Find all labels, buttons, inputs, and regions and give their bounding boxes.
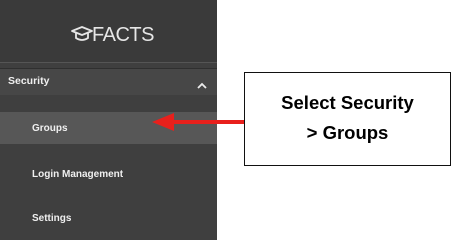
sidebar-item-settings[interactable]: Settings	[0, 202, 217, 234]
callout-line-1: Select Security	[281, 92, 414, 113]
sidebar-item-label: Settings	[32, 213, 72, 224]
sidebar-item-label: Groups	[32, 123, 68, 134]
chevron-up-icon	[197, 77, 207, 95]
logo-text: FACTS	[92, 24, 154, 46]
callout-line-2: > Groups	[306, 122, 389, 143]
sidebar-item-label: Login Management	[32, 169, 124, 180]
section-label: Security	[8, 75, 50, 87]
sidebar-section-security[interactable]: Security	[0, 68, 217, 95]
instruction-callout: Select Security > Groups	[244, 72, 451, 166]
pointer-arrow-icon	[152, 111, 248, 138]
app-logo[interactable]: FACTS	[0, 0, 217, 63]
graduation-cap-icon	[70, 26, 94, 47]
sidebar-item-login-management[interactable]: Login Management	[0, 158, 217, 190]
